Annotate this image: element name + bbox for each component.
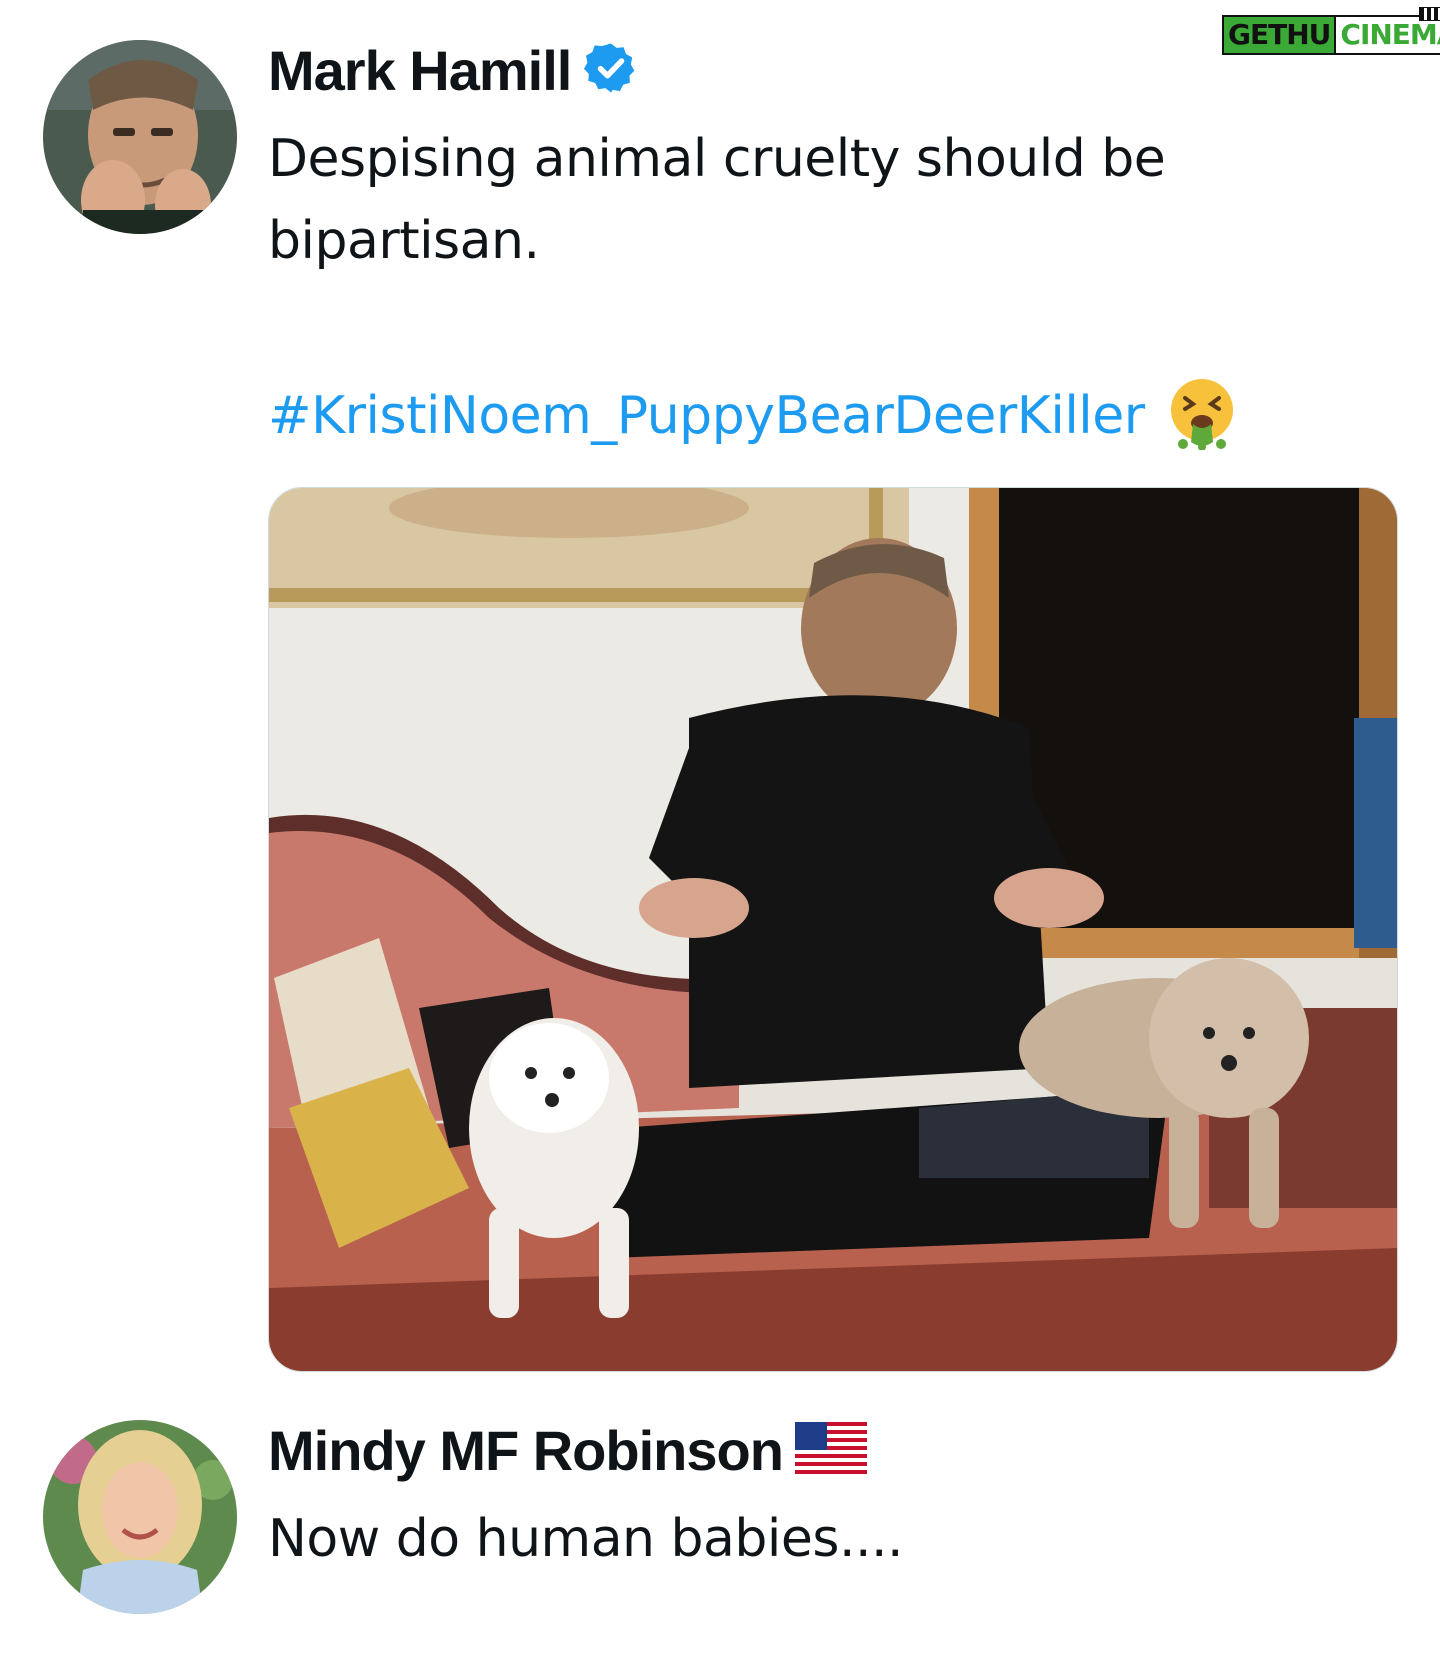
hashtag-row: #KristiNoem_PuppyBearDeerKiller — [268, 376, 1237, 455]
photo-image — [269, 488, 1397, 1371]
watermark-left-text: GETHU — [1222, 15, 1335, 55]
reply-author-row: Mindy MF Robinson — [268, 1418, 867, 1483]
avatar-photo — [43, 40, 237, 234]
hashtag-link[interactable]: #KristiNoem_PuppyBearDeerKiller — [268, 386, 1145, 446]
author-name[interactable]: Mark Hamill — [268, 38, 572, 103]
reply-actions-placeholder — [268, 1620, 1368, 1660]
reply-text: Now do human babies.... — [268, 1509, 904, 1569]
film-reel-icon — [1419, 7, 1440, 21]
avatar[interactable] — [43, 40, 237, 234]
tweet-text: Despising animal cruelty should be bipar… — [268, 118, 1166, 282]
tweet-media-photo[interactable] — [268, 487, 1398, 1372]
author-row: Mark Hamill — [268, 38, 639, 103]
avatar[interactable] — [43, 1420, 237, 1614]
watermark-right-label: CINEMA — [1340, 18, 1440, 51]
tweet-text-line: Despising animal cruelty should be — [268, 129, 1166, 189]
vomiting-face-icon — [1167, 376, 1237, 455]
us-flag-icon — [794, 1422, 867, 1479]
avatar-photo — [43, 1420, 237, 1614]
reply-author-name[interactable]: Mindy MF Robinson — [268, 1418, 784, 1483]
tweet-text-line: bipartisan. — [268, 211, 540, 271]
watermark-right-text: CINEMA — [1334, 7, 1440, 55]
verified-badge-icon — [583, 40, 639, 101]
watermark-logo: GETHU CINEMA — [1222, 7, 1440, 56]
